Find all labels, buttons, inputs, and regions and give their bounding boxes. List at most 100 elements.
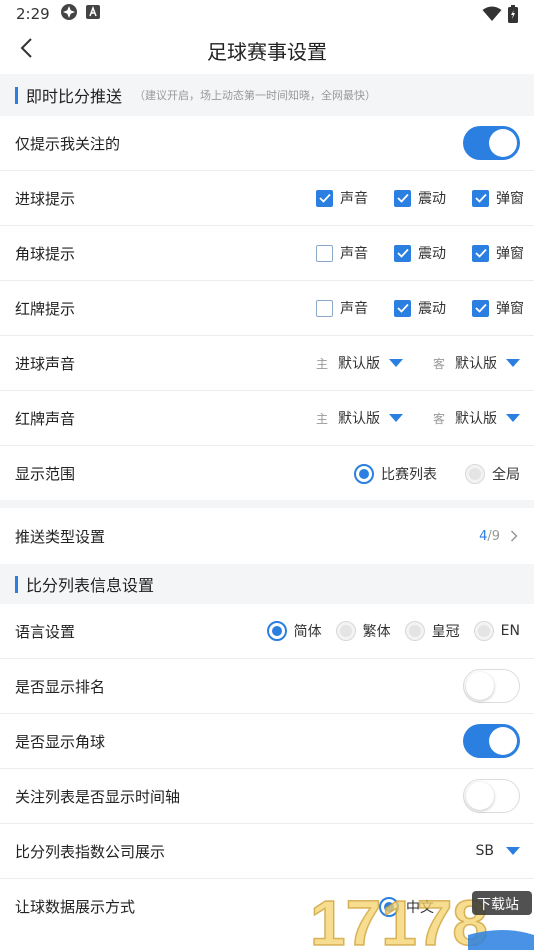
sound-prefix: 客: [432, 411, 445, 426]
show-timeline-toggle[interactable]: [463, 779, 520, 813]
goal-sound-home-select[interactable]: 主 默认版: [316, 353, 403, 373]
checkbox-unchecked-icon: [316, 299, 333, 317]
checkbox-checked-icon: [394, 299, 411, 317]
range-match-list-radio[interactable]: 比赛列表: [354, 463, 437, 484]
row-label: 仅提示我关注的: [15, 134, 121, 153]
wifi-icon: [482, 6, 502, 26]
radio-unselected-icon: [465, 463, 485, 484]
row-show-rank: 是否显示排名: [0, 659, 534, 714]
sound-prefix: 客: [432, 356, 445, 371]
a-icon: [85, 5, 100, 23]
section-accent-bar: [15, 575, 18, 593]
checkbox-checked-icon: [472, 299, 489, 317]
section-title: 即时比分推送: [26, 87, 123, 106]
row-label: 红牌声音: [15, 409, 76, 428]
lang-en-radio[interactable]: EN: [473, 621, 520, 641]
red-card-vibrate-checkbox[interactable]: 震动: [394, 298, 472, 318]
battery-icon: [508, 5, 518, 27]
row-goal-alert: 进球提示 声音 震动 弹窗: [0, 171, 534, 226]
dropdown-triangle-icon: [506, 359, 520, 367]
push-type-count: 4/9: [479, 529, 500, 544]
lang-simplified-radio[interactable]: 简体: [266, 621, 322, 641]
goal-sound-away-select[interactable]: 客 默认版: [433, 353, 520, 373]
section-hint: （建议开启，场上动态第一时间知晓，全网最快）: [134, 89, 377, 102]
show-corner-toggle[interactable]: [463, 724, 520, 758]
status-bar: 2:29: [0, 0, 534, 28]
dropdown-triangle-icon: [506, 847, 520, 855]
index-company-select[interactable]: SB: [476, 843, 520, 859]
lang-traditional-radio[interactable]: 繁体: [335, 621, 391, 641]
row-label: 推送类型设置: [15, 527, 106, 546]
row-show-corner: 是否显示角球: [0, 714, 534, 769]
count-total: /9: [487, 528, 500, 544]
row-label: 语言设置: [15, 622, 76, 641]
row-corner-alert: 角球提示 声音 震动 弹窗: [0, 226, 534, 281]
dropdown-triangle-icon: [506, 414, 520, 422]
row-label: 关注列表是否显示时间轴: [15, 787, 181, 806]
lang-crown-radio[interactable]: 皇冠: [404, 621, 460, 641]
radio-unselected-icon: [473, 621, 494, 641]
sound-value: 默认版: [455, 356, 497, 372]
app-header: 足球赛事设置: [0, 28, 534, 72]
section-header-list: 比分列表信息设置: [0, 564, 534, 604]
row-display-range: 显示范围 比赛列表 全局: [0, 446, 534, 501]
checkbox-checked-icon: [472, 244, 489, 262]
checkbox-label: 震动: [418, 246, 446, 262]
corner-popup-checkbox[interactable]: 弹窗: [472, 243, 534, 263]
watermark-logo: 17178 下载站: [308, 885, 534, 950]
corner-sound-checkbox[interactable]: 声音: [316, 243, 394, 263]
toggle-knob: [489, 129, 517, 157]
goal-popup-checkbox[interactable]: 弹窗: [472, 188, 534, 208]
row-label: 让球数据展示方式: [15, 898, 136, 916]
sound-prefix: 主: [315, 411, 328, 426]
radio-unselected-icon: [404, 621, 425, 641]
red-card-sound-home-select[interactable]: 主 默认版: [316, 408, 403, 428]
dropdown-triangle-icon: [388, 414, 403, 422]
checkbox-checked-icon: [316, 189, 333, 207]
sound-value: 默认版: [455, 411, 497, 427]
toggle-knob: [489, 727, 517, 755]
red-card-sound-checkbox[interactable]: 声音: [316, 298, 394, 318]
section-header-live: 即时比分推送 （建议开启，场上动态第一时间知晓，全网最快）: [0, 74, 534, 116]
radio-unselected-icon: [335, 621, 356, 641]
row-label: 进球提示: [15, 189, 76, 208]
row-red-card-sound: 红牌声音 主 默认版 客 默认版: [0, 391, 534, 446]
sound-value: 默认版: [337, 411, 380, 427]
checkbox-checked-icon: [394, 244, 411, 262]
row-index-company: 比分列表指数公司展示 SB: [0, 824, 534, 879]
row-label: 是否显示角球: [15, 732, 106, 751]
row-red-card-alert: 红牌提示 声音 震动 弹窗: [0, 281, 534, 336]
checkbox-unchecked-icon: [316, 244, 333, 262]
corner-vibrate-checkbox[interactable]: 震动: [394, 243, 472, 263]
radio-label: EN: [500, 623, 520, 639]
row-label: 比分列表指数公司展示: [15, 842, 166, 861]
row-goal-sound: 进球声音 主 默认版 客 默认版: [0, 336, 534, 391]
radio-selected-icon: [354, 463, 374, 484]
radio-label: 简体: [293, 624, 322, 640]
back-button[interactable]: [10, 34, 42, 66]
page-title: 足球赛事设置: [207, 39, 327, 64]
only-follow-toggle[interactable]: [463, 126, 520, 160]
red-card-popup-checkbox[interactable]: 弹窗: [472, 298, 534, 318]
toggle-knob: [466, 782, 494, 810]
sound-prefix: 主: [315, 356, 328, 371]
checkbox-label: 声音: [340, 191, 368, 207]
row-label: 显示范围: [15, 465, 76, 483]
row-language: 语言设置 简体 繁体 皇冠 EN: [0, 604, 534, 659]
checkbox-checked-icon: [472, 189, 489, 207]
radio-label: 皇冠: [431, 624, 460, 640]
row-label: 红牌提示: [15, 299, 76, 318]
row-push-type[interactable]: 推送类型设置 4/9: [0, 508, 534, 564]
checkbox-label: 弹窗: [496, 301, 524, 317]
red-card-sound-away-select[interactable]: 客 默认版: [433, 408, 520, 428]
checkbox-label: 声音: [340, 246, 368, 262]
show-rank-toggle[interactable]: [463, 669, 520, 703]
row-show-timeline: 关注列表是否显示时间轴: [0, 769, 534, 824]
chevron-right-icon: [510, 527, 518, 546]
row-label: 进球声音: [15, 354, 76, 373]
radio-label: 全局: [492, 466, 520, 483]
goal-sound-checkbox[interactable]: 声音: [316, 188, 394, 208]
toggle-knob: [466, 672, 494, 700]
range-global-radio[interactable]: 全局: [465, 463, 520, 484]
goal-vibrate-checkbox[interactable]: 震动: [394, 188, 472, 208]
